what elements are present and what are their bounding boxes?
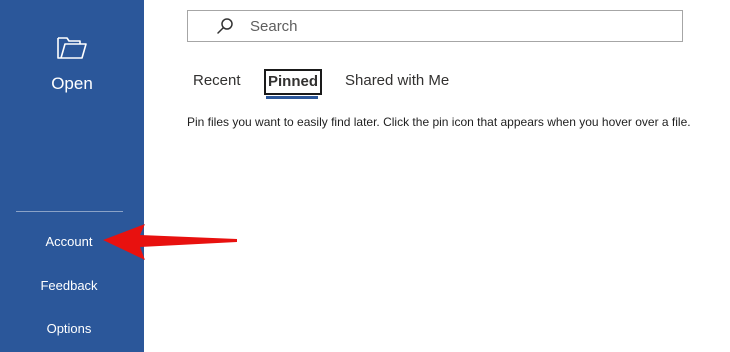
sidebar-item-options[interactable]: Options xyxy=(0,320,138,338)
tab-recent[interactable]: Recent xyxy=(193,71,241,91)
search-input[interactable] xyxy=(250,16,650,36)
sidebar-divider xyxy=(16,211,123,212)
backstage-sidebar: Open Account Feedback Options xyxy=(0,0,144,352)
tab-selected-indicator xyxy=(266,96,318,99)
tab-pinned[interactable]: Pinned xyxy=(264,69,323,95)
tab-shared-with-me[interactable]: Shared with Me xyxy=(345,71,449,91)
sidebar-item-feedback[interactable]: Feedback xyxy=(0,277,138,295)
red-arrow-icon xyxy=(103,224,237,260)
open-nav-item[interactable]: Open xyxy=(0,30,144,114)
search-box[interactable] xyxy=(187,10,683,42)
open-label: Open xyxy=(51,74,93,93)
folder-open-icon xyxy=(57,37,87,59)
search-icon xyxy=(217,18,233,34)
pinned-empty-message: Pin files you want to easily find later.… xyxy=(187,115,691,129)
